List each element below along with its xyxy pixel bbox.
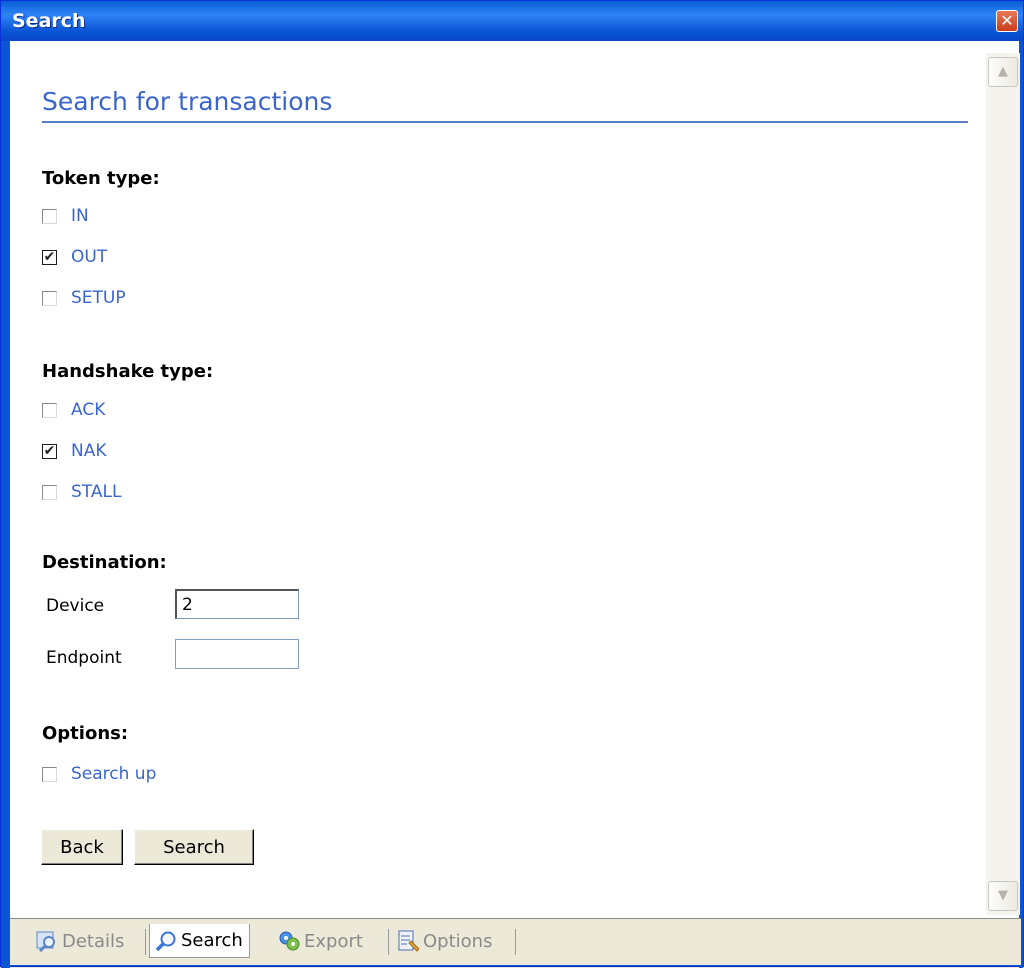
magnifier-icon — [155, 930, 177, 952]
search-up-label: Search up — [71, 764, 157, 784]
tab-separator — [145, 929, 146, 955]
token-in-checkbox[interactable] — [42, 208, 57, 224]
window-title: Search — [12, 10, 86, 32]
tab-details-label: Details — [62, 930, 125, 952]
scroll-up-button[interactable]: ▲ — [988, 57, 1018, 87]
token-setup-label: SETUP — [71, 288, 126, 308]
chevron-up-icon: ▲ — [998, 64, 1008, 79]
handshake-stall-checkbox[interactable] — [42, 484, 57, 500]
tab-search-label: Search — [181, 930, 243, 951]
close-button[interactable]: ✕ — [996, 10, 1018, 32]
handshake-ack-label: ACK — [71, 400, 106, 420]
endpoint-label: Endpoint — [46, 648, 122, 668]
endpoint-input[interactable] — [175, 639, 299, 669]
window-frame-left — [1, 41, 10, 968]
options-label: Options: — [42, 723, 129, 744]
token-in-option[interactable]: IN — [42, 203, 89, 229]
chevron-down-icon: ▼ — [998, 888, 1008, 903]
vertical-scrollbar[interactable]: ▲ ▼ — [986, 53, 1020, 915]
search-form: Search for transactions Token type: IN ✔… — [20, 51, 984, 917]
token-setup-option[interactable]: SETUP — [42, 285, 126, 311]
tab-options-label: Options — [423, 930, 493, 952]
tab-separator — [515, 929, 516, 955]
handshake-ack-option[interactable]: ACK — [42, 397, 105, 423]
destination-label: Destination: — [42, 552, 167, 573]
tab-details[interactable]: Details — [36, 924, 124, 958]
tab-search[interactable]: Search — [149, 924, 250, 958]
token-type-label: Token type: — [42, 168, 160, 189]
search-up-option[interactable]: Search up — [42, 761, 156, 787]
device-input[interactable] — [175, 589, 299, 619]
title-bar[interactable]: Search ✕ — [1, 1, 1023, 41]
handshake-ack-checkbox[interactable] — [42, 402, 57, 418]
page-title: Search for transactions — [42, 87, 968, 123]
token-out-label: OUT — [71, 247, 108, 267]
device-label: Device — [46, 596, 105, 616]
tab-export[interactable]: Export — [278, 924, 363, 958]
handshake-type-label: Handshake type: — [42, 361, 214, 382]
export-icon — [278, 930, 300, 952]
token-setup-checkbox[interactable] — [42, 290, 57, 306]
handshake-nak-checkbox[interactable]: ✔ — [42, 443, 57, 459]
tab-bar: Details Search Export Options — [10, 918, 1021, 965]
handshake-stall-option[interactable]: STALL — [42, 479, 121, 505]
handshake-stall-label: STALL — [71, 482, 122, 502]
handshake-nak-option[interactable]: ✔ NAK — [42, 438, 107, 464]
tab-separator — [388, 929, 389, 955]
scroll-down-button[interactable]: ▼ — [988, 881, 1018, 911]
search-up-checkbox[interactable] — [42, 766, 57, 782]
search-window: Search ✕ Search for transactions Token t… — [0, 0, 1024, 968]
options-icon — [397, 930, 420, 952]
token-out-option[interactable]: ✔ OUT — [42, 244, 107, 270]
search-button[interactable]: Search — [134, 829, 254, 865]
tab-export-label: Export — [304, 930, 363, 952]
handshake-nak-label: NAK — [71, 441, 107, 461]
token-in-label: IN — [71, 206, 89, 226]
details-icon — [36, 930, 58, 953]
tab-options[interactable]: Options — [397, 924, 492, 958]
back-button[interactable]: Back — [41, 829, 123, 865]
token-out-checkbox[interactable]: ✔ — [42, 249, 57, 265]
close-icon: ✕ — [1000, 11, 1014, 30]
